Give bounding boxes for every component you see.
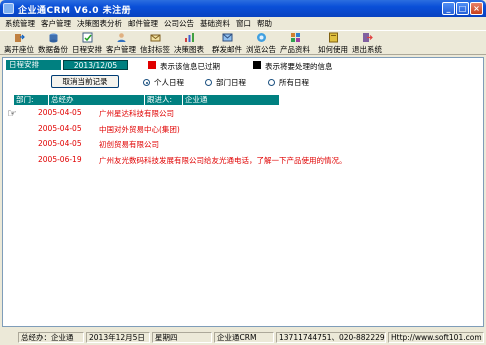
mail-icon bbox=[222, 33, 232, 42]
schedule-label: 日程安排 bbox=[6, 60, 61, 70]
pending-legend-swatch bbox=[253, 61, 261, 69]
hand-pointer-icon: ☞ bbox=[7, 107, 17, 120]
schedule-header: 日程安排 2013/12/05 bbox=[6, 60, 128, 70]
status-app-name: 企业通CRM bbox=[214, 332, 274, 343]
toolbar-exit-button[interactable]: 退出系统 bbox=[350, 31, 384, 55]
window-controls: _ □ × bbox=[442, 2, 483, 15]
toolbar-help-button[interactable]: 如何使用 bbox=[316, 31, 350, 55]
toolbar-leave-seat-button[interactable]: 离开座位 bbox=[2, 31, 36, 55]
filter-header-row: 部门: 总经办 跟进人: 企业通 bbox=[14, 95, 279, 105]
close-button[interactable]: × bbox=[470, 2, 483, 15]
status-user: 总经办：企业通 bbox=[18, 332, 84, 343]
toolbar-chart-button[interactable]: 决策图表 bbox=[172, 31, 206, 55]
toolbar-notice-button[interactable]: 浏览公告 bbox=[244, 31, 278, 55]
status-bar: 总经办：企业通 2013年12月5日 星期四 企业通CRM 1371174475… bbox=[0, 330, 486, 345]
toolbar-product-button[interactable]: 产品资料 bbox=[278, 31, 312, 55]
menu-system[interactable]: 系统管理 bbox=[2, 18, 38, 29]
menu-announcement[interactable]: 公司公告 bbox=[161, 18, 197, 29]
exit-seat-icon bbox=[14, 34, 25, 42]
status-website: Http://www.soft101.com bbox=[388, 332, 484, 343]
window-title: 企业通CRM V6.0 未注册 bbox=[18, 6, 132, 16]
help-book-icon bbox=[328, 32, 338, 43]
notice-icon bbox=[256, 33, 266, 42]
product-icon bbox=[290, 33, 300, 42]
expired-legend-swatch bbox=[148, 61, 156, 69]
schedule-panel: 日程安排 2013/12/05 表示该信息已过期 表示将要处理的信息 取消当前记… bbox=[2, 57, 484, 327]
maximize-button[interactable]: □ bbox=[456, 2, 469, 15]
tracker-value: 企业通 bbox=[183, 95, 279, 105]
minimize-button[interactable]: _ bbox=[442, 2, 455, 15]
chart-icon bbox=[184, 33, 194, 42]
pending-legend-text: 表示将要处理的信息 bbox=[265, 62, 333, 71]
radio-personal-schedule[interactable]: 个人日程 bbox=[143, 77, 184, 88]
schedule-record[interactable]: 2005-04-05 初创贸易有限公司 bbox=[38, 139, 159, 150]
toolbar: 离开座位 数据备份 日程安排 客户管理 信封标签 决策图表 群发邮件 浏览公告 … bbox=[0, 30, 486, 55]
status-phone: 13711744751、020-88222967 bbox=[276, 332, 386, 343]
schedule-date[interactable]: 2013/12/05 bbox=[63, 60, 128, 70]
toolbar-customer-button[interactable]: 客户管理 bbox=[104, 31, 138, 55]
radio-department-schedule[interactable]: 部门日程 bbox=[205, 77, 246, 88]
toolbar-mass-mail-button[interactable]: 群发邮件 bbox=[210, 31, 244, 55]
expired-legend-text: 表示该信息已过期 bbox=[160, 62, 220, 71]
schedule-record[interactable]: 2005-06-19 广州友光数码科技发展有限公司给友光通电话，了解一下产品使用… bbox=[38, 155, 347, 166]
department-label: 部门: bbox=[14, 95, 48, 105]
menu-decision-charts[interactable]: 决策图表分析 bbox=[74, 18, 125, 29]
customer-icon bbox=[117, 33, 125, 42]
cancel-record-button[interactable]: 取消当前记录 bbox=[51, 75, 119, 88]
radio-dot bbox=[205, 79, 212, 86]
title-bar: 企业通CRM V6.0 未注册 _ □ × bbox=[0, 0, 486, 17]
toolbar-backup-button[interactable]: 数据备份 bbox=[36, 31, 70, 55]
menu-basic-data[interactable]: 基础资料 bbox=[197, 18, 233, 29]
app-icon bbox=[3, 3, 14, 14]
schedule-icon bbox=[82, 32, 92, 43]
status-date: 2013年12月5日 bbox=[86, 332, 150, 343]
radio-dot-selected bbox=[143, 79, 150, 86]
menu-window[interactable]: 窗口 bbox=[233, 18, 254, 29]
radio-all-schedule[interactable]: 所有日程 bbox=[268, 77, 309, 88]
radio-dot bbox=[268, 79, 275, 86]
menu-help[interactable]: 帮助 bbox=[254, 18, 275, 29]
schedule-record[interactable]: 2005-04-05 广州星达科技有限公司 bbox=[38, 108, 174, 119]
toolbar-schedule-button[interactable]: 日程安排 bbox=[70, 31, 104, 55]
envelope-icon bbox=[150, 34, 160, 42]
department-value: 总经办 bbox=[49, 95, 144, 105]
toolbar-envelope-button[interactable]: 信封标签 bbox=[138, 31, 172, 55]
menu-mail[interactable]: 邮件管理 bbox=[125, 18, 161, 29]
schedule-record[interactable]: 2005-04-05 中国对外贸易中心(集团) bbox=[38, 124, 180, 135]
menu-bar: 系统管理 客户管理 决策图表分析 邮件管理 公司公告 基础资料 窗口 帮助 bbox=[0, 17, 486, 29]
backup-icon bbox=[49, 33, 57, 43]
menu-customer[interactable]: 客户管理 bbox=[38, 18, 74, 29]
status-weekday: 星期四 bbox=[152, 332, 212, 343]
exit-icon bbox=[362, 33, 373, 42]
tracker-label: 跟进人: bbox=[145, 95, 182, 105]
